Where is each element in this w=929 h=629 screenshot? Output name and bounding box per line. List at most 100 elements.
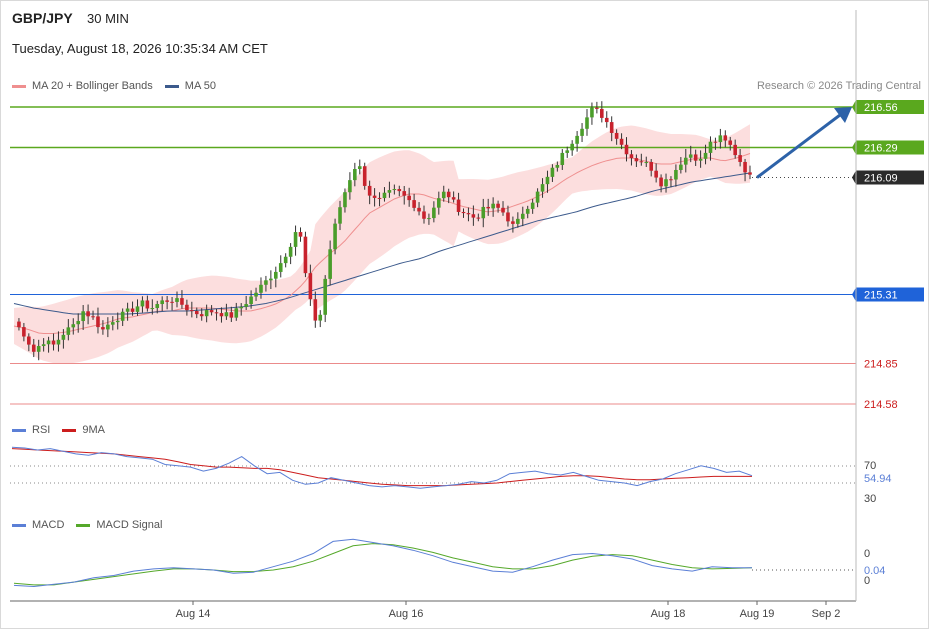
time-tick-label: Aug 19 <box>740 608 775 620</box>
level-label-214.58: 214.58 <box>864 399 898 411</box>
candle-body <box>362 166 367 186</box>
candle-body <box>688 154 693 158</box>
candle-body <box>27 336 31 345</box>
candle-body <box>17 321 21 328</box>
candle-body <box>397 189 402 192</box>
candle-body <box>244 304 248 307</box>
candle-body <box>471 214 476 218</box>
candle-body <box>199 314 204 317</box>
chart-canvas: 216.56 216.29 216.09 215.31 214.85 214.58 70 3… <box>10 10 924 620</box>
candle-body <box>185 304 189 311</box>
candle-body <box>387 190 392 193</box>
candle-body <box>417 207 421 212</box>
time-tick-label: Aug 14 <box>176 608 211 620</box>
candle-body <box>106 324 110 330</box>
candle-body <box>407 195 411 201</box>
candle-body <box>293 232 298 247</box>
candle-body <box>283 256 288 264</box>
candle-body <box>476 217 481 219</box>
candle-body <box>664 179 668 187</box>
candle-body <box>313 299 318 321</box>
candle-body <box>654 170 658 178</box>
candle-body <box>343 192 347 208</box>
candle-body <box>481 206 486 219</box>
candle-body <box>338 207 342 224</box>
candle-body <box>713 141 718 143</box>
candle-body <box>600 108 604 118</box>
level-label-216.56: 216.56 <box>864 102 898 114</box>
time-tick-label: Aug 18 <box>651 608 686 620</box>
level-label-215.31: 215.31 <box>864 290 898 302</box>
candle-body <box>209 310 214 313</box>
candle-body <box>466 213 471 215</box>
candle-body <box>392 189 397 191</box>
candle-body <box>86 311 90 317</box>
candle-body <box>461 211 466 214</box>
candle-body <box>254 292 258 297</box>
candle-body <box>31 344 36 352</box>
candle-body <box>575 135 579 144</box>
candle-body <box>580 128 584 136</box>
candle-body <box>353 169 357 181</box>
candle-body <box>145 300 150 309</box>
candle-body <box>560 152 565 165</box>
candle-body <box>160 300 164 305</box>
candle-body <box>629 154 634 159</box>
candle-body <box>634 158 639 162</box>
candle-body <box>66 327 71 335</box>
candle-body <box>437 198 441 208</box>
candle-body <box>150 308 155 310</box>
candle-body <box>619 138 624 145</box>
candle-body <box>71 324 76 328</box>
candle-body <box>525 208 530 214</box>
candle-body <box>298 232 303 237</box>
candle-body <box>91 316 95 318</box>
candle-body <box>516 218 520 224</box>
candle-body <box>748 172 752 175</box>
candle-body <box>278 263 283 272</box>
candle-body <box>723 135 728 141</box>
candle-body <box>679 164 683 170</box>
candle-body <box>550 167 555 177</box>
candle-body <box>649 162 654 171</box>
time-tick-label: Sep 2 <box>812 608 841 620</box>
candle-body <box>555 164 560 168</box>
candle-body <box>718 135 723 143</box>
candle-body <box>432 207 436 219</box>
candle-body <box>348 180 352 193</box>
candle-body <box>81 311 85 322</box>
projection-arrow-line <box>756 113 841 179</box>
candle-body <box>249 296 253 305</box>
candle-body <box>693 154 698 161</box>
candle-body <box>382 192 387 199</box>
candle-body <box>738 155 742 162</box>
candle-body <box>604 117 609 123</box>
candle-body <box>96 316 100 328</box>
candle-body <box>46 340 51 345</box>
candle-body <box>708 141 713 153</box>
level-label-214.85: 214.85 <box>864 359 898 371</box>
candle-body <box>367 185 372 196</box>
candle-body <box>520 213 525 219</box>
candle-body <box>61 334 66 340</box>
rsi-ma-line <box>11 448 752 487</box>
candle-body <box>234 308 239 318</box>
candle-body <box>194 311 199 315</box>
candle-body <box>239 306 244 309</box>
candle-body <box>273 271 278 279</box>
candle-body <box>51 340 56 345</box>
candle-body <box>545 176 550 185</box>
candle-body <box>155 304 160 309</box>
candle-body <box>377 197 382 199</box>
candle-body <box>323 278 327 315</box>
time-tick-label: Aug 16 <box>389 608 424 620</box>
candle-body <box>585 117 589 129</box>
candle-body <box>535 191 540 203</box>
candle-body <box>303 236 308 274</box>
candle-body <box>288 246 293 257</box>
candle-body <box>609 122 614 133</box>
candle-body <box>511 221 515 224</box>
candle-body <box>491 203 495 209</box>
candle-body <box>229 312 234 318</box>
candle-body <box>259 284 263 293</box>
